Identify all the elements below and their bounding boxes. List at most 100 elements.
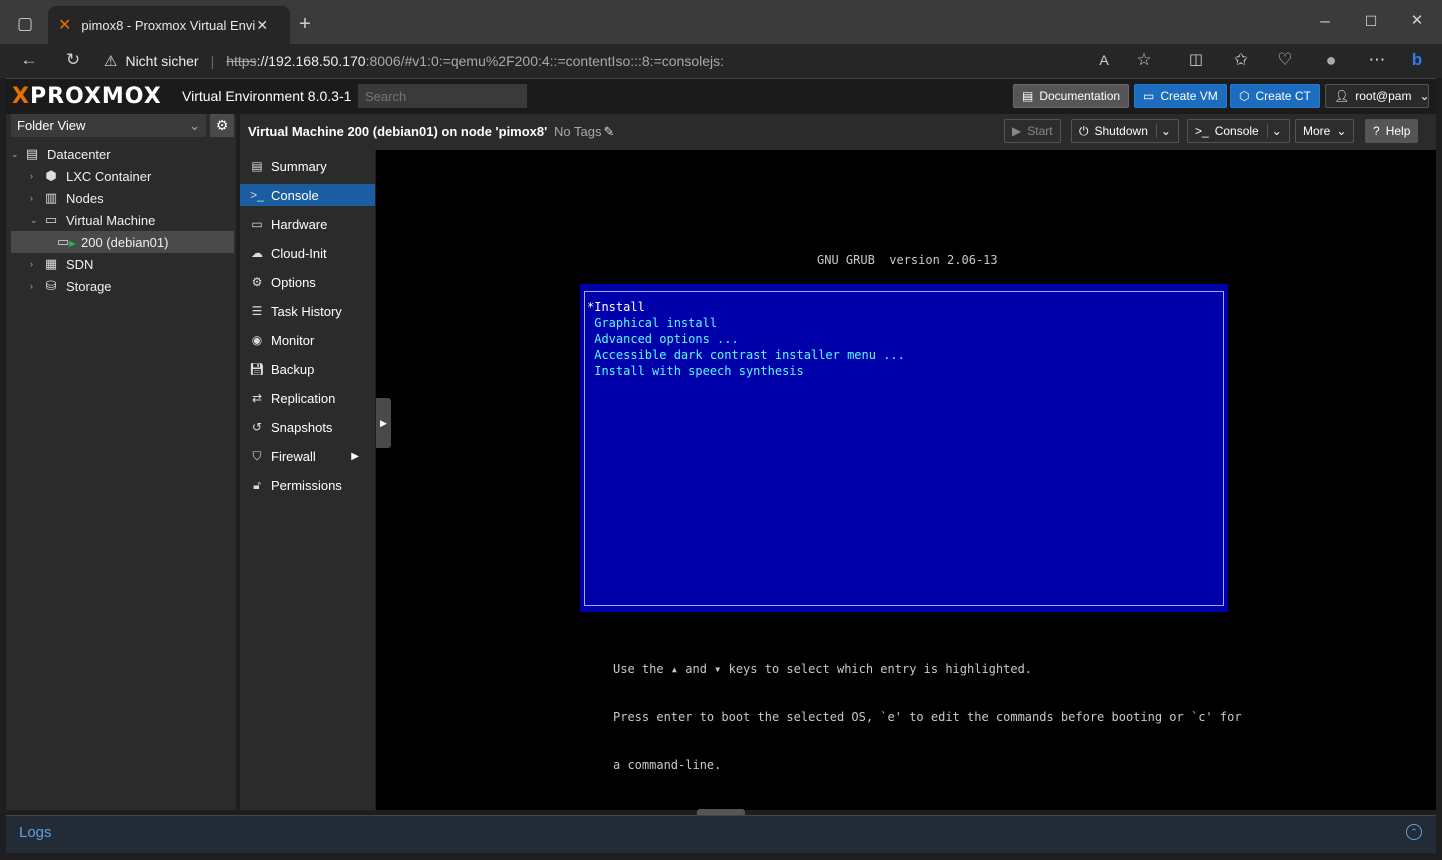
- grub-entry-install[interactable]: *Install: [587, 300, 645, 316]
- version-label: Virtual Environment 8.0.3-1: [182, 88, 352, 104]
- nav-item-label: Hardware: [271, 216, 328, 232]
- gear-icon[interactable]: ⚙: [210, 114, 234, 137]
- expand-icon[interactable]: ›: [30, 259, 42, 269]
- create-ct-label: Create CT: [1255, 89, 1311, 103]
- shutdown-button[interactable]: ⏻ Shutdown ⌄: [1071, 119, 1179, 143]
- nav-item-cloud-init[interactable]: ☁ Cloud-Init: [240, 242, 375, 264]
- nav-item-label: Summary: [271, 158, 327, 174]
- question-icon: ?: [1373, 124, 1380, 138]
- start-button[interactable]: ▶ Start: [1004, 119, 1061, 143]
- window-close-icon[interactable]: ✕: [1404, 8, 1430, 34]
- tree-item-storage[interactable]: › ⛁ Storage: [30, 275, 234, 297]
- desktop-icon: ▭: [251, 217, 263, 231]
- nav-item-label: Monitor: [271, 332, 315, 348]
- profile-avatar-icon[interactable]: ●: [1318, 47, 1344, 73]
- browser-tab[interactable]: ✕ pimox8 - Proxmox Virtual Environ ✕: [48, 6, 290, 44]
- expand-logs-icon[interactable]: ⌃: [1406, 824, 1422, 840]
- tree-item-nodes[interactable]: › ▥ Nodes: [30, 187, 234, 209]
- collapse-nav-icon[interactable]: ▶: [376, 398, 391, 448]
- running-vm-icon: ▭▶: [57, 234, 76, 249]
- pencil-icon[interactable]: ✎: [603, 124, 614, 139]
- tree-item-virtual-machine[interactable]: ⌄ ▭ Virtual Machine: [30, 209, 234, 231]
- new-tab-icon[interactable]: +: [292, 11, 318, 37]
- expand-icon[interactable]: ›: [30, 281, 42, 291]
- user-label: root@pam: [1355, 89, 1412, 103]
- user-menu-button[interactable]: 👤︎ root@pam ⌄: [1325, 84, 1430, 108]
- more-button[interactable]: More ⌄: [1295, 119, 1355, 143]
- view-selector[interactable]: Folder View ⌄: [11, 114, 206, 137]
- expand-icon[interactable]: ⌄: [30, 215, 42, 226]
- grub-entry-accessible-menu[interactable]: Accessible dark contrast installer menu …: [587, 348, 905, 364]
- nav-item-backup[interactable]: 💾︎ Backup: [240, 358, 375, 380]
- minimize-icon[interactable]: –: [1312, 8, 1338, 34]
- tab-close-icon[interactable]: ✕: [256, 17, 268, 34]
- tab-actions-icon[interactable]: ▢: [12, 11, 38, 37]
- favorites-icon[interactable]: ✩: [1228, 47, 1254, 73]
- tree-item-label: SDN: [66, 256, 94, 272]
- grub-help-text: Use the ▴ and ▾ keys to select which ent…: [613, 629, 1242, 789]
- documentation-button[interactable]: ▤ Documentation: [1013, 84, 1130, 108]
- tree-item-datacenter[interactable]: ⌄ ▤ Datacenter: [11, 143, 234, 165]
- grub-entry-graphical-install[interactable]: Graphical install: [587, 316, 717, 332]
- expand-icon[interactable]: ⌄: [11, 149, 23, 160]
- nav-item-permissions[interactable]: 🔓︎ Permissions: [240, 474, 375, 496]
- tree-item-vm-200[interactable]: ▭▶ 200 (debian01): [11, 231, 234, 253]
- grub-help-line: a command-line.: [613, 758, 722, 772]
- help-button[interactable]: ? Help: [1365, 119, 1419, 143]
- create-ct-button[interactable]: ⬡ Create CT: [1230, 84, 1320, 108]
- book-icon: ▤: [251, 159, 263, 173]
- nav-item-label: Backup: [271, 361, 315, 377]
- favorite-star-icon[interactable]: ☆: [1131, 47, 1157, 73]
- reload-icon[interactable]: ↻: [60, 47, 86, 73]
- grub-entry-speech-synthesis[interactable]: Install with speech synthesis: [587, 364, 804, 380]
- tree-item-label: Storage: [66, 278, 112, 294]
- server-icon: ▥: [44, 190, 58, 205]
- retweet-icon: ⇄: [251, 391, 263, 405]
- nav-item-firewall[interactable]: ⛉ Firewall ▶: [240, 445, 375, 467]
- nav-item-label: Firewall: [271, 448, 316, 464]
- chevron-down-icon: ⌄: [189, 118, 200, 133]
- chevron-down-icon[interactable]: ⌄: [1266, 124, 1282, 138]
- url-rest: :8006/#v1:0:=qemu%2F200:4::=contentIso::…: [365, 53, 725, 69]
- url-host: ://192.168.50.170: [256, 53, 366, 69]
- nav-item-replication[interactable]: ⇄ Replication: [240, 387, 375, 409]
- chevron-down-icon[interactable]: ⌄: [1155, 124, 1171, 138]
- monitor-icon: ▭: [1143, 89, 1155, 103]
- split-screen-icon[interactable]: ◫: [1183, 47, 1209, 73]
- tree-item-sdn[interactable]: › ▦ SDN: [30, 253, 234, 275]
- maximize-icon[interactable]: ☐: [1358, 8, 1384, 34]
- console-button[interactable]: >_ Console ⌄: [1187, 119, 1290, 143]
- nav-item-console[interactable]: >_ Console: [240, 184, 375, 206]
- view-selector-label: Folder View: [17, 118, 86, 133]
- logs-panel[interactable]: [6, 815, 1436, 853]
- expand-icon[interactable]: ›: [30, 171, 42, 181]
- read-aloud-icon[interactable]: A: [1091, 47, 1117, 73]
- tree-item-lxc-container[interactable]: › ⬢ LXC Container: [30, 165, 234, 187]
- nav-item-hardware[interactable]: ▭ Hardware: [240, 213, 375, 235]
- nav-item-monitor[interactable]: ◉ Monitor: [240, 329, 375, 351]
- tags-field[interactable]: No Tags ✎: [554, 124, 614, 140]
- grub-entry-advanced-options[interactable]: Advanced options ...: [587, 332, 739, 348]
- gear-icon: ⚙: [251, 275, 263, 289]
- search-input[interactable]: [358, 84, 527, 108]
- console-label: Console: [1214, 124, 1259, 138]
- shield-icon: ⛉: [252, 448, 262, 463]
- bing-icon[interactable]: b: [1404, 47, 1430, 73]
- nav-item-summary[interactable]: ▤ Summary: [240, 155, 375, 177]
- nav-item-options[interactable]: ⚙ Options: [240, 271, 375, 293]
- back-icon[interactable]: ←: [16, 47, 42, 73]
- floppy-icon: 💾︎: [249, 362, 265, 376]
- settings-menu-icon[interactable]: ⋯: [1364, 47, 1390, 73]
- nav-item-snapshots[interactable]: ↺ Snapshots: [240, 416, 375, 438]
- proxmox-logo: XPROXMOX: [12, 84, 162, 109]
- nav-item-task-history[interactable]: ☰ Task History: [240, 300, 375, 322]
- book-icon: ▤: [1022, 89, 1034, 103]
- url-field[interactable]: ⚠ Nicht sicher | https ://192.168.50.170…: [104, 47, 1164, 75]
- nav-item-label: Replication: [271, 390, 336, 406]
- grub-title: GNU GRUB version 2.06-13: [817, 253, 998, 267]
- tree-item-label: Datacenter: [47, 146, 111, 162]
- create-vm-button[interactable]: ▭ Create VM: [1134, 84, 1227, 108]
- performance-icon[interactable]: ♡: [1272, 47, 1298, 73]
- expand-icon[interactable]: ›: [30, 193, 42, 203]
- play-icon: ▶: [1012, 124, 1022, 138]
